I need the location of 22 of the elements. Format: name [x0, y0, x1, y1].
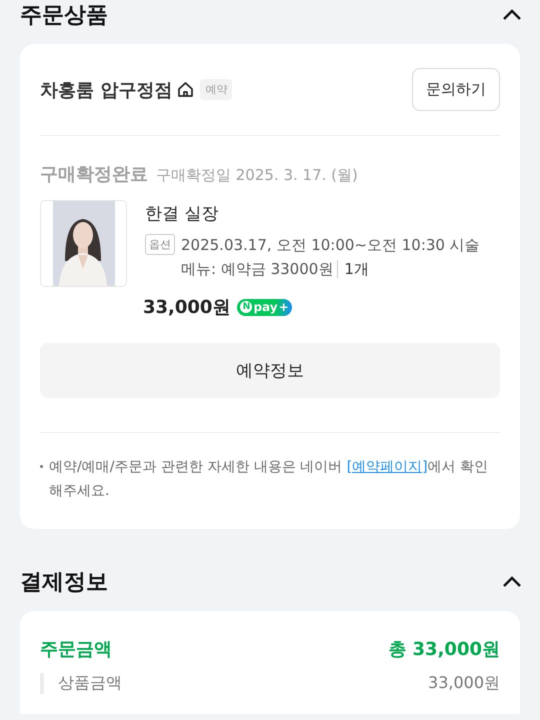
order-amount-total: 총 33,000원: [388, 638, 500, 661]
order-amount-label: 주문금액: [40, 638, 112, 661]
option-tag: 옵션: [145, 234, 175, 255]
home-icon[interactable]: [177, 81, 194, 98]
inquiry-button[interactable]: 문의하기: [412, 68, 500, 111]
product-name: 한결 실장: [145, 203, 220, 225]
reservation-info-button[interactable]: 예약정보: [40, 343, 500, 398]
npay-badge: N pay+: [237, 298, 292, 316]
collapse-chevron-icon[interactable]: [502, 576, 522, 588]
line-value: 33,000원: [428, 673, 500, 694]
option-text: 2025.03.17, 오전 10:00~오전 10:30 시술메뉴: 예약금 33000원 1개: [181, 235, 481, 280]
notice-text: 예약/예매/주문과 관련한 자세한 내용은 네이버 [예약페이지]에서 확인해주세요.: [49, 458, 490, 501]
product-price: 33,000원: [143, 296, 230, 319]
section-title: 결제정보: [20, 569, 108, 597]
order-status: 구매확정완료: [40, 163, 148, 186]
store-name[interactable]: 차홍룸 압구정점: [40, 78, 172, 102]
collapse-chevron-icon[interactable]: [502, 9, 522, 21]
reservation-badge: 예약: [200, 79, 232, 100]
confirm-date: 구매확정일 2025. 3. 17. (월): [156, 166, 358, 185]
section-title: 주문상품: [20, 2, 108, 30]
bullet-icon: [40, 465, 43, 468]
line-label: 상품금액: [58, 673, 122, 694]
